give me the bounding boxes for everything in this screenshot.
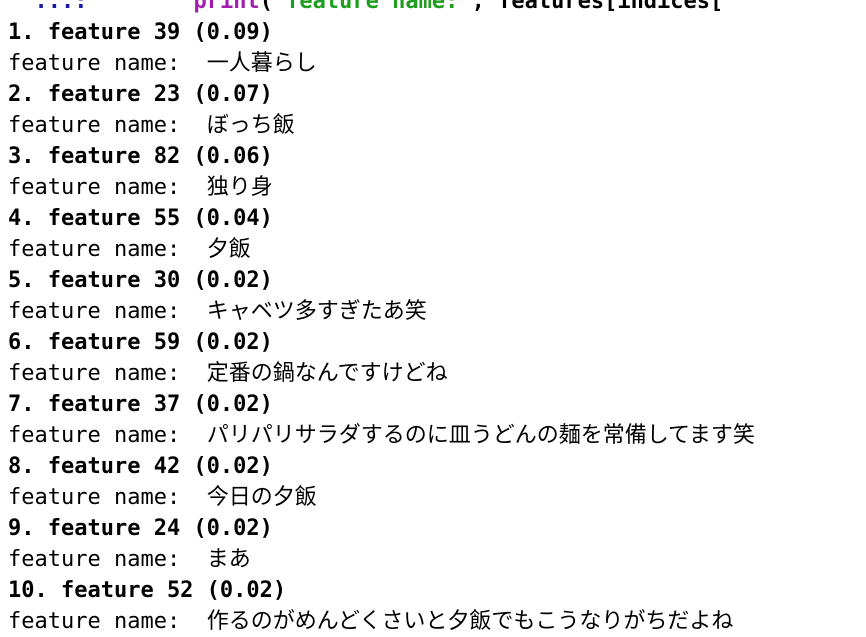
result-rank-line: 6. feature 59 (0.02) [8, 330, 273, 355]
result-rank-line: 4. feature 55 (0.04) [8, 206, 273, 231]
result-rank-line: 9. feature 24 (0.02) [8, 516, 273, 541]
result-feature-name-line: feature name: パリパリサラダするのに皿うどんの麺を常備してます笑 [8, 420, 866, 451]
feature-name-label: feature name: [8, 51, 207, 76]
result-rank-line: 1. feature 39 (0.09) [8, 20, 273, 45]
feature-name-label: feature name: [8, 547, 207, 572]
feature-name-value: 作るのがめんどくさいと夕飯でもこうなりがちだよね [206, 609, 734, 634]
feature-name-label: feature name: [8, 423, 207, 448]
feature-name-label: feature name: [8, 175, 207, 200]
feature-name-value: ぼっち飯 [206, 113, 295, 138]
result-feature-name-line: feature name: 夕飯 [8, 234, 866, 265]
print-keyword: print [193, 0, 260, 14]
result-feature-name-line: feature name: 独り身 [8, 172, 866, 203]
string-literal: "feature name:" [272, 0, 472, 14]
feature-name-label: feature name: [8, 113, 207, 138]
feature-name-value: 独り身 [206, 175, 273, 200]
result-rank-line: 2. feature 23 (0.07) [8, 82, 273, 107]
feature-name-value: 今日の夕飯 [206, 485, 317, 510]
continuation-prompt: ...: [8, 0, 88, 14]
open-paren: ( [259, 0, 273, 14]
result-feature-name-line: feature name: ぼっち飯 [8, 110, 866, 141]
result-rank-line: 5. feature 30 (0.02) [8, 268, 273, 293]
result-feature-name-line: feature name: まあ [8, 544, 866, 575]
feature-name-label: feature name: [8, 609, 207, 634]
result-rank-line: 7. feature 37 (0.02) [8, 392, 273, 417]
result-feature-name-line: feature name: キャベツ多すぎたあ笑 [8, 296, 866, 327]
result-rank-line: 8. feature 42 (0.02) [8, 454, 273, 479]
result-feature-name-line: feature name: 今日の夕飯 [8, 482, 866, 513]
feature-name-value: パリパリサラダするのに皿うどんの麺を常備してます笑 [206, 423, 755, 448]
feature-name-label: feature name: [8, 299, 207, 324]
result-rank-line: 10. feature 52 (0.02) [8, 578, 287, 603]
feature-name-value: キャベツ多すぎたあ笑 [206, 299, 427, 324]
code-continuation-line: ...: print("feature name:", features[ind… [8, 0, 866, 17]
result-feature-name-line: feature name: 作るのがめんどくさいと夕飯でもこうなりがちだよね [8, 606, 866, 637]
feature-name-label: feature name: [8, 485, 207, 510]
feature-name-label: feature name: [8, 237, 207, 262]
feature-name-value: 夕飯 [206, 237, 251, 262]
result-feature-name-line: feature name: 定番の鍋なんですけどね [8, 358, 866, 389]
result-rank-line: 3. feature 82 (0.06) [8, 144, 273, 169]
console-output: ...: print("feature name:", features[ind… [8, 0, 866, 637]
code-rest: , features[indices[ [471, 0, 724, 14]
result-feature-name-line: feature name: 一人暮らし [8, 48, 866, 79]
feature-name-value: 一人暮らし [206, 51, 317, 76]
feature-name-label: feature name: [8, 361, 207, 386]
feature-name-value: まあ [206, 547, 251, 572]
feature-name-value: 定番の鍋なんですけどね [206, 361, 448, 386]
